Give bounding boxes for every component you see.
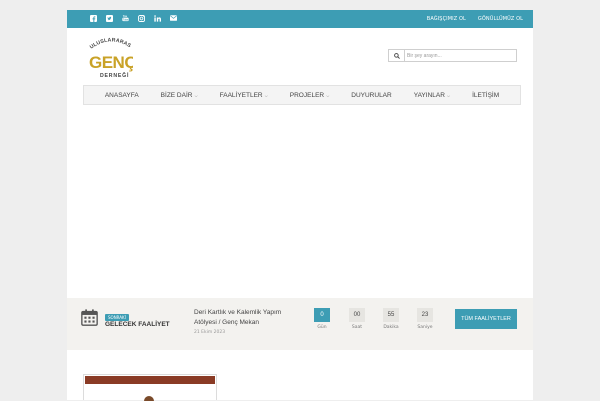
hero-area <box>67 105 533 298</box>
donate-link[interactable]: BAĞIŞÇIMIZ OL <box>427 16 466 22</box>
countdown-hours-value: 00 <box>349 308 365 322</box>
search-box <box>388 49 517 62</box>
event-type-label: GELECEK FAALİYET <box>105 321 170 328</box>
chevron-down-icon: ⌵ <box>263 92 268 98</box>
upcoming-event-bar: SONRAKİ GELECEK FAALİYET Deri Kartlık ve… <box>67 298 533 350</box>
nav-item-iletisim[interactable]: İLETİŞİM <box>472 92 499 99</box>
svg-text:ULUSLARARASI: ULUSLARARASI <box>87 33 132 51</box>
card-image-strip <box>85 376 215 384</box>
news-card[interactable] <box>83 374 217 401</box>
top-links: BAĞIŞÇIMIZ OL GÖNÜLLÜMÜZ OL <box>415 10 523 28</box>
nav-item-projeler[interactable]: PROJELER ⌵ <box>290 92 329 99</box>
countdown-minutes-value: 55 <box>383 308 399 322</box>
all-activities-button[interactable]: TÜM FAALİYETLER <box>455 309 517 329</box>
top-bar: You Tube BAĞIŞÇIMIZ OL GÖNÜLLÜMÜZ OL <box>67 10 533 28</box>
nav-item-label: DUYURULAR <box>351 91 392 99</box>
logo-bottom-text: DERNEĞİ <box>100 71 129 79</box>
search-input[interactable] <box>407 50 512 61</box>
countdown-seconds-value: 23 <box>417 308 433 322</box>
countdown-minutes: 55 Dakika <box>381 308 401 330</box>
countdown-days: 0 Gün <box>312 308 332 330</box>
nav-item-label: YAYINLAR <box>413 91 445 99</box>
svg-text:You: You <box>122 15 127 18</box>
email-icon[interactable] <box>165 15 181 23</box>
nav-item-anasayfa[interactable]: ANASAYFA <box>105 92 139 99</box>
countdown-hours-label: Saat <box>351 325 363 330</box>
event-date: 21 Ekim 2023 <box>194 330 226 335</box>
linkedin-icon[interactable] <box>149 14 165 24</box>
next-badge: SONRAKİ <box>105 314 129 321</box>
instagram-icon[interactable] <box>133 14 149 24</box>
page-container: You Tube BAĞIŞÇIMIZ OL GÖNÜLLÜMÜZ OL ULU… <box>67 10 533 401</box>
nav-item-duyurular[interactable]: DUYURULAR <box>351 92 391 99</box>
chevron-down-icon: ⌵ <box>325 92 330 98</box>
nav-item-faaliyetler[interactable]: FAALİYETLER ⌵ <box>220 92 268 99</box>
site-header: ULUSLARARASI GENÇ DERNEĞİ <box>67 28 533 85</box>
site-logo[interactable]: ULUSLARARASI GENÇ DERNEĞİ <box>86 29 137 81</box>
card-image <box>144 396 154 401</box>
event-title-link[interactable]: Deri Kartlık ve Kalemlik Yapım Atölyesi … <box>194 308 304 328</box>
nav-item-label: PROJELER <box>289 91 325 99</box>
facebook-icon[interactable] <box>85 14 101 24</box>
chevron-down-icon: ⌵ <box>193 92 198 98</box>
volunteer-link[interactable]: GÖNÜLLÜMÜZ OL <box>478 16 523 22</box>
countdown-seconds-label: Saniye <box>417 325 433 330</box>
search-icon <box>393 52 400 59</box>
countdown-days-label: Gün <box>317 325 327 330</box>
nav-item-label: ANASAYFA <box>104 91 139 99</box>
search-button[interactable] <box>389 50 405 61</box>
chevron-down-icon: ⌵ <box>445 92 451 98</box>
nav-item-yayinlar[interactable]: YAYINLAR ⌵ <box>414 92 450 99</box>
nav-item-label: FAALİYETLER <box>219 91 263 99</box>
calendar-icon <box>81 309 98 326</box>
countdown-days-value: 0 <box>314 308 330 322</box>
twitter-icon[interactable] <box>101 14 117 24</box>
youtube-icon[interactable]: You Tube <box>117 14 133 24</box>
main-nav: ANASAYFA BİZE DAİR ⌵ FAALİYETLER ⌵ PROJE… <box>83 85 521 105</box>
logo-main-text: GENÇ <box>89 53 133 72</box>
nav-item-label: İLETİŞİM <box>472 91 500 99</box>
countdown-minutes-label: Dakika <box>383 325 399 330</box>
nav-item-bize-dair[interactable]: BİZE DAİR ⌵ <box>161 92 198 99</box>
countdown-seconds: 23 Saniye <box>415 308 435 330</box>
svg-text:Tube: Tube <box>123 19 129 21</box>
logo-top-text: ULUSLARARASI <box>86 29 132 51</box>
countdown-hours: 00 Saat <box>347 308 367 330</box>
content-section <box>67 350 533 401</box>
nav-item-label: BİZE DAİR <box>160 91 193 99</box>
social-links: You Tube <box>85 10 181 28</box>
